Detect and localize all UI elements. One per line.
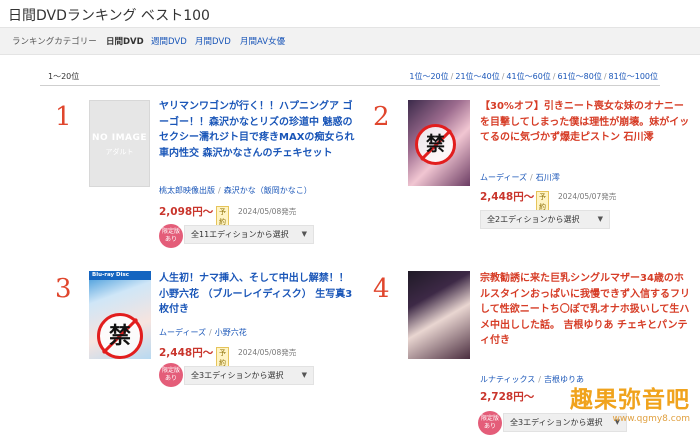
product-price: 2,448円〜 [159,347,214,359]
maker-link[interactable]: ムーディーズ [480,173,527,182]
category-monthly-actress[interactable]: 月間AV女優 [240,35,285,47]
rank-number: 1 [55,102,72,132]
product-maker-line: ルナティックス / 吉根ゆりあ [480,375,584,384]
category-label: ランキングカテゴリー [12,37,97,47]
product-maker-line: ムーディーズ / 石川澪 [480,173,560,182]
rank-number: 4 [373,274,390,304]
product-thumbnail[interactable]: NO IMAGE アダルト [89,100,150,187]
edition-select[interactable]: 全11エディションから選択 ▼ [184,225,314,244]
pager-link-1-20[interactable]: 1位〜20位 [409,72,448,81]
category-monthly-dvd[interactable]: 月間DVD [195,35,231,47]
product-title[interactable]: ヤリマンワゴンが行く！！ハプニングア ゴーゴー！！森沢かなとリズの珍道中 魅惑の… [159,99,355,161]
watermark-url: www.qgmy8.com [612,414,690,424]
watermark-logo: 趣果弥音吧 [570,387,690,413]
pager-link-61-80[interactable]: 61位〜80位 [557,72,601,81]
no-image-subtext: アダルト [105,148,134,156]
rank-number: 3 [55,274,72,304]
no-image-text: NO IMAGE [91,133,148,143]
category-weekly-dvd[interactable]: 週間DVD [151,35,187,47]
censor-icon: 禁 [97,313,143,359]
actress-link[interactable]: 小野六花 [215,328,247,337]
page-title: 日間DVDランキング ベスト100 [8,8,210,24]
product-maker-line: 桃太郎映像出版 / 森沢かな（飯岡かなこ） [159,186,312,195]
chevron-down-icon: ▼ [301,371,307,379]
bluray-label: Blu-ray Disc [89,271,151,280]
product-maker-line: ムーディーズ / 小野六花 [159,328,247,337]
release-date: 2024/05/08発売 [238,348,297,357]
product-thumbnail[interactable]: Blu-ray Disc 禁 [89,271,151,359]
release-date: 2024/05/07発売 [558,192,617,201]
edition-select-label: 全3エディションから選択 [510,418,603,427]
chevron-down-icon: ▼ [597,215,603,223]
pager-count: 1〜20位 [48,72,80,81]
edition-select-label: 全3エディションから選択 [191,371,284,380]
maker-link[interactable]: 桃太郎映像出版 [159,186,215,195]
rank-number: 2 [373,102,390,132]
product-title[interactable]: 人生初！ナマ挿入、そして中出し解禁！！ 小野六花 （ブルーレイディスク） 生写真… [159,271,355,318]
edition-select[interactable]: 全2エディションから選択 ▼ [480,210,610,229]
product-title[interactable]: 宗教勧誘に来た巨乳シングルマザー34歳のホルスタインおっぱいに我慢できず入信する… [480,271,692,349]
pager-link-21-40[interactable]: 21位〜40位 [455,72,499,81]
product-price: 2,098円〜 [159,206,214,218]
limited-edition-badge: 限定版 あり [478,411,502,435]
actress-link[interactable]: 森沢かな（飯岡かなこ） [224,186,312,195]
chevron-down-icon: ▼ [301,230,307,238]
maker-link[interactable]: ムーディーズ [159,328,206,337]
censor-icon: 禁 [415,124,456,165]
edition-select[interactable]: 全3エディションから選択 ▼ [503,413,627,432]
actress-link[interactable]: 石川澪 [536,173,560,182]
product-thumbnail[interactable] [408,271,470,359]
edition-select-label: 全11エディションから選択 [191,230,289,239]
pager-link-81-100[interactable]: 81位〜100位 [609,72,658,81]
limited-edition-badge: 限定版 あり [159,224,183,248]
product-price: 2,448円〜 [480,191,535,203]
product-price: 2,728円〜 [480,391,535,403]
product-thumbnail[interactable]: 禁 [408,100,470,186]
pager-row: 1〜20位 1位〜20位/21位〜40位/41位〜60位/61位〜80位/81位… [40,67,660,86]
maker-link[interactable]: ルナティックス [480,375,535,384]
category-bar: ランキングカテゴリー 日間DVD 週間DVD 月間DVD 月間AV女優 [0,27,700,55]
release-date: 2024/05/08発売 [238,207,297,216]
limited-edition-badge: 限定版 あり [159,363,183,387]
product-title[interactable]: 【30%オフ】引きニート喪女な妹のオナニーを目撃してしまった僕は理性が崩壊。妹が… [480,99,692,146]
pager-links: 1位〜20位/21位〜40位/41位〜60位/61位〜80位/81位〜100位 [409,72,658,81]
category-daily-dvd[interactable]: 日間DVD [106,35,144,47]
edition-select-label: 全2エディションから選択 [487,215,580,224]
pager-link-41-60[interactable]: 41位〜60位 [506,72,550,81]
edition-select[interactable]: 全3エディションから選択 ▼ [184,366,314,385]
